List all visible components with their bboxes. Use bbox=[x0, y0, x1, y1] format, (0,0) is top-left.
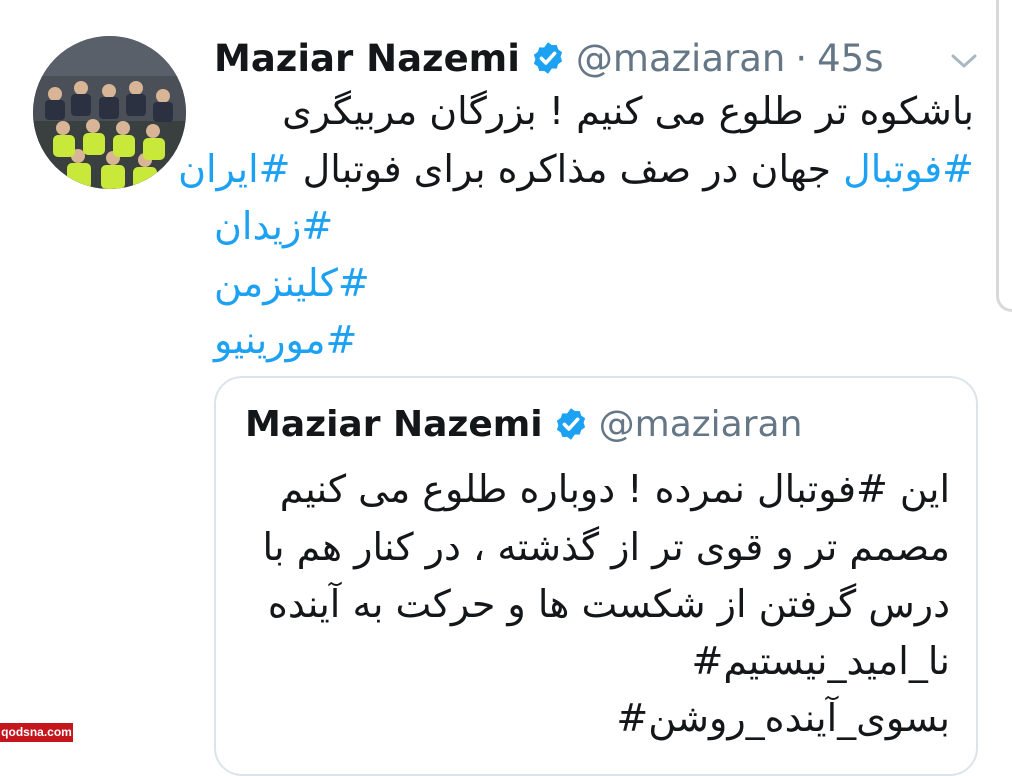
avatar[interactable] bbox=[33, 36, 186, 189]
tweet-text: باشکوه تر طلوع می کنیم ! بزرگان مربیگری bbox=[282, 89, 974, 133]
time-separator: · bbox=[795, 36, 808, 80]
tweet-timestamp[interactable]: 45s bbox=[817, 37, 883, 80]
hashtag-link[interactable]: #زیدان bbox=[214, 204, 333, 248]
quoted-tweet[interactable]: Maziar Nazemi @maziaran این #فوتبال نمرد… bbox=[214, 376, 978, 776]
hashtag-link[interactable]: #کلینزمن bbox=[214, 261, 370, 305]
hashtag-link[interactable]: #فوتبال bbox=[843, 147, 974, 191]
quoted-tweet-text: این #فوتبال نمرده ! دوباره طلوع می کنیم bbox=[279, 467, 950, 511]
author-handle[interactable]: @maziaran bbox=[576, 37, 785, 80]
quoted-tweet-text: بسوی_آینده_روشن# bbox=[616, 696, 950, 740]
quoted-tweet-header: Maziar Nazemi @maziaran bbox=[245, 400, 802, 448]
quoted-author-name: Maziar Nazemi bbox=[245, 403, 543, 445]
quoted-tweet-text: درس گرفتن از شکست ها و حرکت به آینده bbox=[267, 582, 950, 626]
watermark: qodsna.com bbox=[0, 723, 73, 742]
tweet-text: جهان در صف مذاکره برای فوتبال bbox=[290, 147, 844, 191]
chevron-down-icon[interactable] bbox=[948, 50, 980, 72]
hashtag-link[interactable]: #مورینیو bbox=[214, 318, 357, 362]
author-name[interactable]: Maziar Nazemi bbox=[214, 37, 520, 80]
quoted-tweet-text: نا_امید_نیستیم# bbox=[691, 639, 951, 683]
hashtag-link[interactable]: #ایران bbox=[178, 147, 290, 191]
tweet-text-line: باشکوه تر طلوع می کنیم ! بزرگان مربیگری bbox=[214, 82, 974, 140]
tweet-text-line: #مورینیو bbox=[214, 311, 974, 369]
verified-badge-icon bbox=[533, 42, 563, 74]
avatar-photo bbox=[33, 36, 186, 189]
scrollbar[interactable] bbox=[996, 0, 1012, 312]
tweet-text-line: #فوتبال جهان در صف مذاکره برای فوتبال #ا… bbox=[178, 140, 974, 198]
quoted-tweet-text: مصمم تر و قوی تر از گذشته ، در کنار هم ب… bbox=[262, 525, 950, 569]
tweet-text-line: #زیدان bbox=[214, 197, 974, 255]
quoted-author-handle: @maziaran bbox=[598, 403, 803, 445]
verified-badge-icon bbox=[556, 408, 585, 440]
tweet-header: Maziar Nazemi @maziaran · 45s bbox=[214, 30, 883, 86]
tweet-text-line: #کلینزمن bbox=[214, 254, 974, 312]
